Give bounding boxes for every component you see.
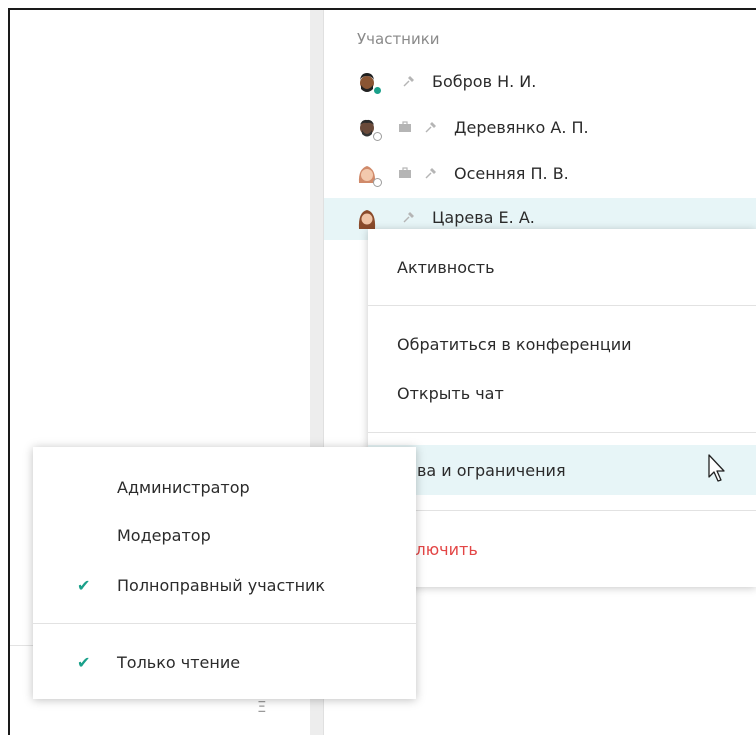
- pin-icon: [403, 76, 414, 87]
- online-status-dot: [373, 86, 382, 95]
- menu-separator: [368, 432, 756, 433]
- offline-status-dot: [373, 178, 382, 187]
- pin-icon: [403, 212, 414, 223]
- member-row[interactable]: Бобров Н. И.: [324, 62, 756, 104]
- menu-item-activity[interactable]: Активность: [368, 258, 756, 282]
- left-pane-bottom-icon[interactable]: Ξ: [257, 698, 266, 716]
- menu-item-exclude[interactable]: сключить: [368, 540, 756, 564]
- submenu-item-label: Только чтение: [117, 653, 241, 672]
- menu-item-rights[interactable]: рава и ограничения: [368, 461, 756, 485]
- participants-title: Участники: [357, 30, 440, 48]
- menu-item-label: рава и ограничения: [397, 461, 566, 480]
- checkmark-icon: ✔: [77, 653, 91, 672]
- member-name: Деревянко А. П.: [454, 118, 589, 137]
- briefcase-icon: [399, 167, 411, 178]
- member-row[interactable]: Осенняя П. В.: [324, 154, 756, 196]
- member-name: Бобров Н. И.: [432, 72, 537, 91]
- menu-item-label: Обратиться в конференции: [397, 335, 632, 354]
- menu-separator: [368, 305, 756, 306]
- submenu-item-full-participant[interactable]: ✔ Полноправный участник: [33, 571, 416, 601]
- offline-status-dot: [373, 132, 382, 141]
- menu-separator: [368, 510, 756, 511]
- menu-item-open-chat[interactable]: Открыть чат: [368, 384, 756, 408]
- rights-submenu: Администратор Модератор ✔ Полноправный у…: [33, 447, 416, 699]
- menu-item-mention[interactable]: Обратиться в конференции: [368, 335, 756, 359]
- submenu-item-moderator[interactable]: Модератор: [33, 521, 416, 551]
- submenu-item-label: Администратор: [117, 478, 250, 497]
- member-row[interactable]: Деревянко А. П.: [324, 108, 756, 150]
- menu-item-label: Активность: [397, 258, 495, 277]
- checkmark-icon: ✔: [77, 576, 91, 595]
- pin-icon: [425, 168, 436, 179]
- member-context-menu: Активность Обратиться в конференции Откр…: [368, 229, 756, 587]
- mouse-cursor-icon: [708, 454, 725, 482]
- submenu-item-read-only[interactable]: ✔ Только чтение: [33, 648, 416, 678]
- menu-item-label: Открыть чат: [397, 384, 504, 403]
- submenu-separator: [33, 623, 416, 624]
- submenu-item-label: Модератор: [117, 526, 211, 545]
- submenu-item-label: Полноправный участник: [117, 576, 326, 595]
- member-name: Царева Е. А.: [432, 208, 535, 227]
- avatar: [358, 210, 376, 229]
- submenu-item-administrator[interactable]: Администратор: [33, 473, 416, 503]
- member-name: Осенняя П. В.: [454, 164, 569, 183]
- briefcase-icon: [399, 121, 411, 132]
- pin-icon: [425, 122, 436, 133]
